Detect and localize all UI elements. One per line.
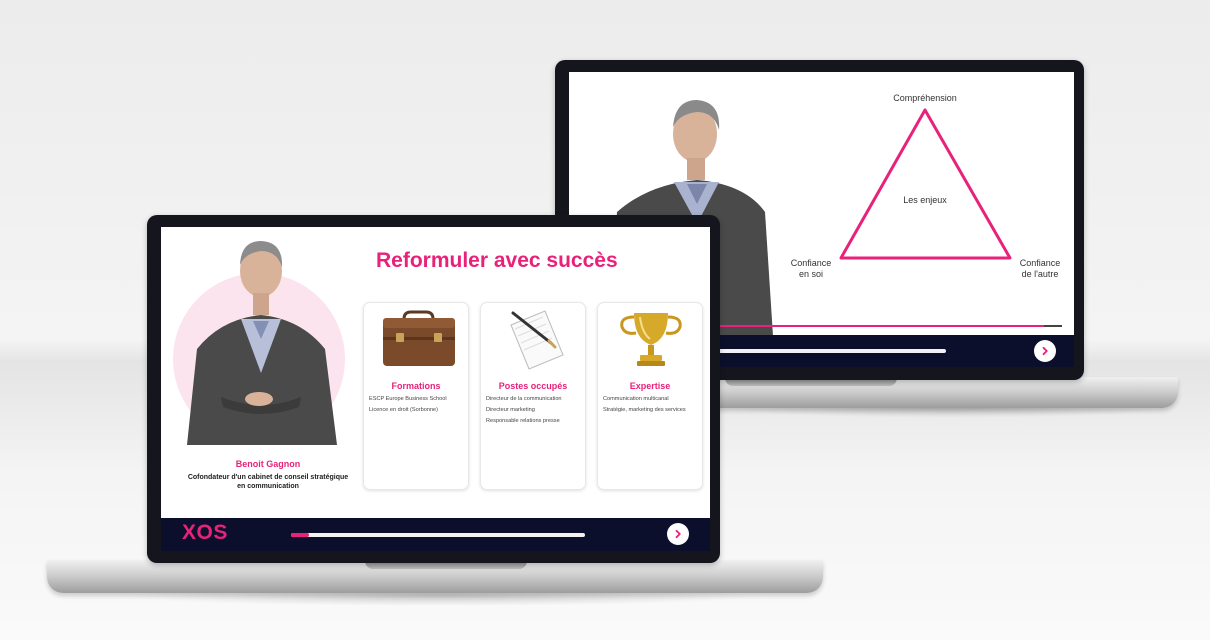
front-laptop-base: [47, 560, 823, 593]
chevron-right-icon: [1042, 346, 1048, 356]
front-laptop-bezel: Benoit Gagnon Cofondateur d'un cabinet d…: [147, 215, 720, 563]
presenter-name: Benoit Gagnon: [235, 459, 301, 469]
label-confiance-en-soi: Confiance en soi: [790, 258, 832, 279]
list-item: ESCP Europe Business School: [369, 396, 447, 402]
presenter-video: [173, 241, 345, 445]
label-comprehension: Compréhension: [893, 93, 957, 103]
xos-logo: XOS: [182, 521, 228, 544]
list-item: Directeur marketing: [486, 406, 535, 413]
card-list-postes-occupes: Directeur de la communication Directeur …: [486, 396, 581, 428]
card-formations: Formations ESCP Europe Business School L…: [363, 302, 469, 490]
card-list-formations: ESCP Europe Business School Licence en d…: [369, 396, 464, 418]
label-confiance-de-l-autre: Confiance de l'autre: [1019, 258, 1061, 279]
player-bar: XOS: [161, 518, 710, 551]
next-button[interactable]: [667, 523, 689, 545]
slide-title: Reformuler avec succès: [376, 249, 618, 272]
card-postes-occupes: Postes occupés Directeur de la communica…: [480, 302, 586, 490]
card-title-postes-occupes: Postes occupés: [498, 381, 568, 391]
list-item: Licence en droit (Sorbonne): [369, 406, 439, 413]
list-item: Directeur de la communication: [486, 396, 562, 402]
progress-fill: [291, 533, 309, 537]
video-scrubber-end-back: [1044, 325, 1062, 327]
chevron-right-icon: [675, 529, 681, 539]
card-list-expertise: Communication multicanal Stratégie, mark…: [603, 396, 698, 418]
list-item: Responsable relations presse: [486, 417, 560, 424]
notepad-icon: [510, 310, 564, 370]
label-les-enjeux: Les enjeux: [903, 195, 947, 205]
card-expertise: Expertise Communication multicanal Strat…: [597, 302, 703, 490]
front-laptop-screen: Benoit Gagnon Cofondateur d'un cabinet d…: [161, 227, 710, 551]
list-item: Communication multicanal: [603, 396, 669, 402]
trophy-icon: [620, 313, 682, 366]
presenter-role: Cofondateur d'un cabinet de conseil stra…: [187, 474, 349, 490]
briefcase-icon: [383, 310, 455, 366]
progress-track[interactable]: [291, 533, 585, 537]
card-title-formations: Formations: [391, 381, 441, 391]
card-title-expertise: Expertise: [629, 381, 671, 391]
next-button-back[interactable]: [1034, 340, 1056, 362]
list-item: Stratégie, marketing des services: [603, 406, 686, 413]
